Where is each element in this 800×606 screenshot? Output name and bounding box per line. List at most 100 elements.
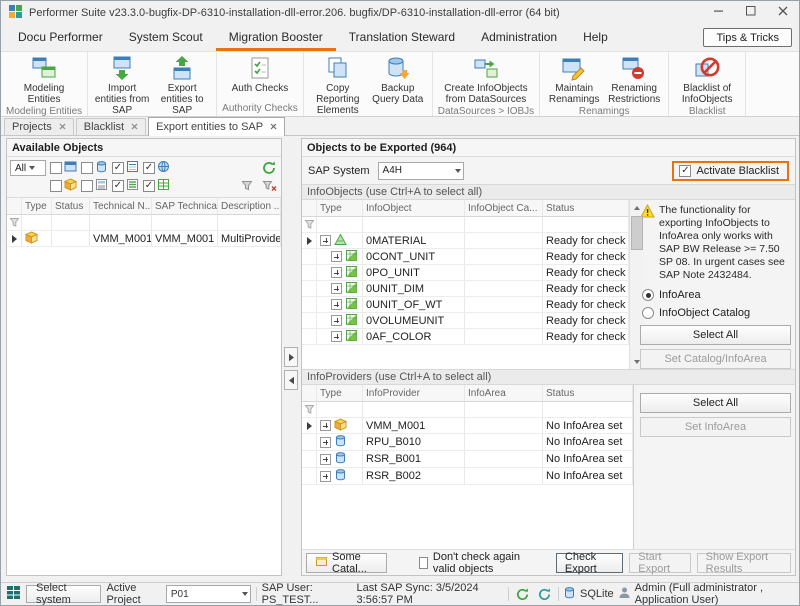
set-catalog-infoarea-button[interactable]: Set Catalog/InfoArea [640, 349, 791, 369]
infoobject-row[interactable]: 0UNIT_DIM Ready for check [302, 281, 629, 297]
expand-icon[interactable] [320, 437, 331, 448]
column-header-infoobject-catalog[interactable]: InfoObject Ca... [465, 200, 543, 216]
column-header-status[interactable]: Status [543, 200, 629, 216]
select-system-button[interactable]: Select system [26, 585, 101, 603]
filter-table-checkbox[interactable] [143, 180, 155, 192]
backup-query-data-button[interactable]: Backup Query Data [369, 54, 427, 105]
column-header-infoobject[interactable]: InfoObject [363, 200, 465, 216]
expand-icon[interactable] [320, 235, 331, 246]
column-header-status[interactable]: Status [52, 198, 90, 214]
column-header-infoprovider[interactable]: InfoProvider [363, 385, 465, 401]
tab-administration[interactable]: Administration [468, 25, 570, 51]
dont-check-checkbox[interactable] [419, 557, 428, 569]
column-header-infoarea[interactable]: InfoArea [465, 385, 543, 401]
expand-icon[interactable] [320, 420, 331, 431]
expand-icon[interactable] [320, 454, 331, 465]
filter-database-checkbox[interactable] [81, 162, 93, 174]
column-header-description[interactable]: Description ... [218, 198, 281, 214]
filter-window-checkbox[interactable] [50, 162, 62, 174]
infoprovider-row[interactable]: RSR_B001 No InfoArea set [302, 451, 633, 468]
dont-check-label[interactable]: Don't check again valid objects [433, 551, 544, 575]
sync-refresh-icon[interactable] [514, 585, 531, 603]
renaming-restrictions-button[interactable]: Renaming Restrictions [605, 54, 663, 105]
close-tab-icon[interactable] [59, 121, 66, 133]
infoobject-row[interactable]: 0MATERIAL Ready for check [302, 233, 629, 249]
tab-docu-performer[interactable]: Docu Performer [5, 25, 116, 51]
doctab-projects[interactable]: Projects [4, 118, 74, 135]
activate-blacklist-checkbox[interactable] [679, 165, 691, 177]
infoprovider-row[interactable]: VMM_M001 No InfoArea set [302, 418, 633, 434]
sap-system-dropdown[interactable]: A4H [378, 162, 464, 180]
infoobject-row[interactable]: 0CONT_UNIT Ready for check [302, 249, 629, 265]
filter-cube-checkbox[interactable] [50, 180, 62, 192]
filter-clear-button[interactable] [260, 177, 278, 195]
doctab-blacklist[interactable]: Blacklist [76, 118, 146, 135]
tab-migration-booster[interactable]: Migration Booster [216, 25, 336, 51]
filter-report-checkbox[interactable] [81, 180, 93, 192]
close-tab-icon[interactable] [131, 121, 138, 133]
infoobject-row[interactable]: 0VOLUMEUNIT Ready for check [302, 313, 629, 329]
type-filter-dropdown[interactable]: All [10, 160, 46, 176]
expand-icon[interactable] [331, 299, 342, 310]
expand-icon[interactable] [331, 267, 342, 278]
maximize-button[interactable] [735, 1, 767, 23]
filter-funnel-icon[interactable] [302, 402, 317, 417]
available-object-row[interactable]: VMM_M001 VMM_M001 MultiProvide... [7, 231, 281, 247]
export-entities-button[interactable]: Export entities to SAP [153, 54, 211, 116]
tips-and-tricks-button[interactable]: Tips & Tricks [703, 28, 792, 47]
check-export-button[interactable]: Check Export [556, 553, 623, 573]
move-left-button[interactable] [284, 370, 298, 390]
expand-icon[interactable] [320, 471, 331, 482]
column-header-type[interactable]: Type [317, 385, 363, 401]
sync-cycle-icon[interactable] [536, 585, 553, 603]
move-right-button[interactable] [284, 347, 298, 367]
show-export-results-button[interactable]: Show Export Results [697, 553, 791, 573]
column-header-type[interactable]: Type [22, 198, 52, 214]
expand-icon[interactable] [331, 331, 342, 342]
filter-edit-button[interactable] [238, 177, 256, 195]
select-all-infoproviders-button[interactable]: Select All [640, 393, 791, 413]
column-header-type[interactable]: Type [317, 200, 363, 216]
infoprovider-row[interactable]: RSR_B002 No InfoArea set [302, 468, 633, 485]
filter-funnel-icon[interactable] [302, 217, 317, 232]
column-header-sap-technical-name[interactable]: SAP Technical ... [152, 198, 218, 214]
tab-help[interactable]: Help [570, 25, 621, 51]
infoobject-row[interactable]: 0AF_COLOR Ready for check [302, 329, 629, 345]
activate-blacklist-label[interactable]: Activate Blacklist [696, 165, 779, 177]
start-export-button[interactable]: Start Export [629, 553, 690, 573]
modeling-entities-button[interactable]: Modeling Entities [15, 54, 73, 105]
auth-checks-button[interactable]: Auth Checks [231, 54, 289, 94]
expand-icon[interactable] [331, 283, 342, 294]
infoobject-row[interactable]: 0UNIT_OF_WT Ready for check [302, 297, 629, 313]
set-infoarea-button[interactable]: Set InfoArea [640, 417, 791, 437]
column-header-technical-name[interactable]: Technical N... [90, 198, 152, 214]
expand-icon[interactable] [331, 251, 342, 262]
column-header-status[interactable]: Status [543, 385, 633, 401]
create-infoobjects-button[interactable]: Create InfoObjects from DataSources [443, 54, 529, 105]
filter-sheet-checkbox[interactable] [112, 162, 124, 174]
filter-list-checkbox[interactable] [112, 180, 124, 192]
minimize-button[interactable] [703, 1, 735, 23]
close-button[interactable] [767, 1, 799, 23]
doctab-export-entities[interactable]: Export entities to SAP [148, 117, 285, 136]
select-all-infoobjects-button[interactable]: Select All [640, 325, 791, 345]
active-project-dropdown[interactable]: P01 [166, 585, 251, 603]
import-entities-button[interactable]: Import entities from SAP [93, 54, 151, 116]
infoobject-row[interactable]: 0PO_UNIT Ready for check [302, 265, 629, 281]
copy-reporting-elements-button[interactable]: Copy Reporting Elements [309, 54, 367, 116]
some-catalogs-button[interactable]: Some Catal... [306, 553, 387, 573]
infoarea-radio-label[interactable]: InfoArea [659, 289, 701, 301]
infoobject-catalog-radio-label[interactable]: InfoObject Catalog [659, 307, 750, 319]
infoobjects-scrollbar[interactable] [629, 200, 644, 369]
scrollbar-thumb[interactable] [631, 216, 643, 250]
expand-icon[interactable] [331, 315, 342, 326]
filter-globe-checkbox[interactable] [143, 162, 155, 174]
maintain-renamings-button[interactable]: Maintain Renamings [545, 54, 603, 105]
infoprovider-row[interactable]: RPU_B010 No InfoArea set [302, 434, 633, 451]
blacklist-infoobjects-button[interactable]: Blacklist of InfoObjects [674, 54, 740, 105]
filter-funnel-icon[interactable] [7, 215, 22, 230]
tab-translation-steward[interactable]: Translation Steward [336, 25, 468, 51]
refresh-button[interactable] [260, 159, 278, 177]
close-tab-icon[interactable] [270, 121, 277, 133]
tab-system-scout[interactable]: System Scout [116, 25, 216, 51]
